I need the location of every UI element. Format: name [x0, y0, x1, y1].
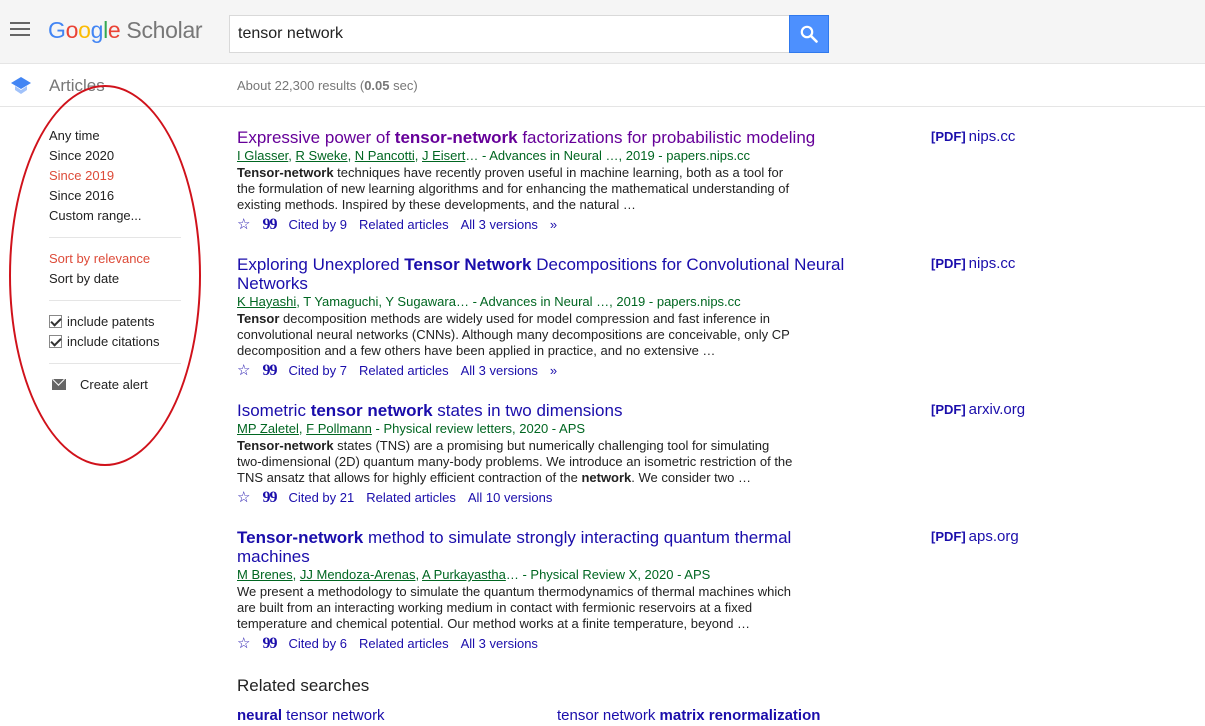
search-input[interactable]: tensor network	[229, 15, 790, 53]
author-link[interactable]: R Sweke	[296, 148, 348, 163]
cite-quote-icon[interactable]: 99	[262, 490, 277, 506]
related-articles-link[interactable]: Related articles	[359, 363, 449, 379]
result-actions: ☆ 99 Cited by 21 Related articles All 10 ver…	[237, 490, 857, 506]
result-actions: ☆ 99 Cited by 9 Related articles All 3 versi…	[237, 217, 857, 233]
checkbox-checked-icon[interactable]	[49, 335, 62, 348]
divider	[49, 363, 181, 364]
author-link[interactable]: F Pollmann	[306, 421, 372, 436]
menu-icon[interactable]	[10, 22, 31, 39]
save-star-icon[interactable]: ☆	[237, 490, 250, 506]
search-button[interactable]	[789, 15, 829, 53]
save-star-icon[interactable]: ☆	[237, 363, 250, 379]
versions-link[interactable]: All 10 versions	[468, 490, 553, 506]
results-count: About 22,300 results (0.05 sec)	[237, 78, 418, 93]
result-title-link[interactable]: Expressive power of tensor-network facto…	[237, 128, 857, 147]
author-link[interactable]: N Pancotti	[355, 148, 415, 163]
result-title-link[interactable]: Tensor-network method to simulate strong…	[237, 528, 857, 566]
save-star-icon[interactable]: ☆	[237, 217, 250, 233]
result-actions: ☆ 99 Cited by 7 Related articles All 3 versi…	[237, 363, 857, 379]
result-snippet: We present a methodology to simulate the…	[237, 584, 791, 631]
pdf-link[interactable]: [PDF] arxiv.org	[931, 401, 1025, 418]
more-chevron-icon[interactable]: »	[550, 217, 557, 233]
include-citations-checkbox[interactable]: include citations	[49, 334, 160, 349]
sort-by-relevance[interactable]: Sort by relevance	[49, 251, 150, 266]
result-authors: K Hayashi, T Yamaguchi, Y Sugawara… - Ad…	[237, 294, 741, 309]
mail-icon	[52, 379, 66, 390]
more-chevron-icon[interactable]: »	[550, 363, 557, 379]
include-patents-checkbox[interactable]: include patents	[49, 314, 154, 329]
cite-quote-icon[interactable]: 99	[262, 363, 277, 379]
graduation-cap-icon	[11, 77, 31, 94]
pdf-link[interactable]: [PDF] nips.cc	[931, 128, 1015, 145]
result-authors: I Glasser, R Sweke, N Pancotti, J Eisert…	[237, 148, 751, 163]
section-title: Articles	[49, 76, 105, 95]
versions-link[interactable]: All 3 versions	[461, 363, 538, 379]
filter-since-2016[interactable]: Since 2016	[49, 188, 114, 203]
top-bar: Google Scholar tensor network	[0, 0, 1205, 64]
filter-since-2020[interactable]: Since 2020	[49, 148, 114, 163]
filter-any-time[interactable]: Any time	[49, 128, 100, 143]
result-authors: MP Zaletel, F Pollmann - Physical review…	[237, 421, 586, 436]
search-icon	[800, 25, 818, 43]
result-title-link[interactable]: Isometric tensor network states in two d…	[237, 401, 857, 420]
result-title-link[interactable]: Exploring Unexplored Tensor Network Deco…	[237, 255, 857, 293]
author-link[interactable]: J Eisert	[422, 148, 465, 163]
author-link[interactable]: MP Zaletel	[237, 421, 299, 436]
versions-link[interactable]: All 3 versions	[461, 217, 538, 233]
cited-by-link[interactable]: Cited by 7	[288, 363, 347, 379]
divider	[49, 300, 181, 301]
related-search-link[interactable]: tensor network matrix renormalization	[557, 707, 820, 724]
pdf-link[interactable]: [PDF] nips.cc	[931, 255, 1015, 272]
related-searches-heading: Related searches	[237, 676, 370, 695]
sort-by-date[interactable]: Sort by date	[49, 271, 119, 286]
related-articles-link[interactable]: Related articles	[359, 636, 449, 652]
versions-link[interactable]: All 3 versions	[461, 636, 538, 652]
result-snippet: Tensor-network techniques have recently …	[237, 165, 790, 212]
save-star-icon[interactable]: ☆	[237, 636, 250, 652]
cite-quote-icon[interactable]: 99	[262, 636, 277, 652]
search-result: Exploring Unexplored Tensor Network Deco…	[237, 255, 857, 379]
sub-bar	[0, 64, 1205, 107]
cited-by-link[interactable]: Cited by 9	[288, 217, 347, 233]
cited-by-link[interactable]: Cited by 6	[288, 636, 347, 652]
author-link[interactable]: JJ Mendoza-Arenas	[300, 567, 416, 582]
cited-by-link[interactable]: Cited by 21	[288, 490, 354, 506]
author-link[interactable]: K Hayashi	[237, 294, 296, 309]
divider	[49, 237, 181, 238]
related-articles-link[interactable]: Related articles	[359, 217, 449, 233]
result-snippet: Tensor-network states (TNS) are a promis…	[237, 438, 793, 485]
related-articles-link[interactable]: Related articles	[366, 490, 456, 506]
author-link[interactable]: A Purkayastha	[422, 567, 506, 582]
author-link[interactable]: I Glasser	[237, 148, 288, 163]
google-scholar-logo[interactable]: Google Scholar	[48, 17, 203, 44]
create-alert-button[interactable]: Create alert	[52, 377, 148, 392]
search-result: Expressive power of tensor-network facto…	[237, 128, 857, 233]
related-search-link[interactable]: neural tensor network	[237, 707, 385, 724]
search-result: Tensor-network method to simulate strong…	[237, 528, 857, 652]
search-result: Isometric tensor network states in two d…	[237, 401, 857, 506]
result-actions: ☆ 99 Cited by 6 Related articles All 3 versi…	[237, 636, 857, 652]
filter-custom-range[interactable]: Custom range...	[49, 208, 142, 223]
result-authors: M Brenes, JJ Mendoza-Arenas, A Purkayast…	[237, 567, 711, 582]
filter-since-2019[interactable]: Since 2019	[49, 168, 114, 183]
author-link[interactable]: M Brenes	[237, 567, 293, 582]
checkbox-checked-icon[interactable]	[49, 315, 62, 328]
cite-quote-icon[interactable]: 99	[262, 217, 277, 233]
pdf-link[interactable]: [PDF] aps.org	[931, 528, 1019, 545]
result-snippet: Tensor decomposition methods are widely …	[237, 311, 790, 358]
